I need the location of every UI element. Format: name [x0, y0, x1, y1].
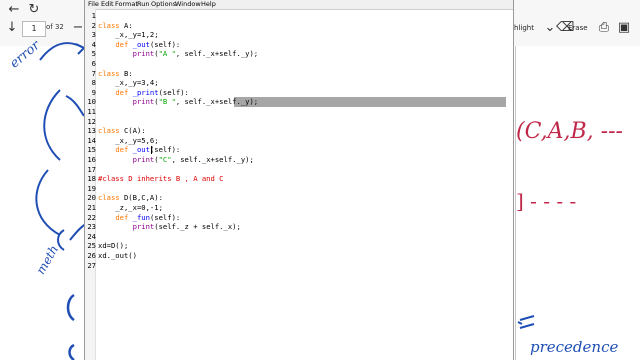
handwriting-error: error: [7, 38, 43, 72]
code-line[interactable]: 8 _x,_y=3,4;: [85, 78, 513, 88]
line-number: 19: [87, 183, 96, 193]
line-number: 23: [87, 222, 96, 232]
code-text: print(self._z + self._x);: [132, 222, 241, 232]
menu-window[interactable]: Window: [175, 0, 201, 9]
line-number: 10: [87, 97, 96, 107]
handwriting-bracket: ] - - - -: [516, 189, 576, 213]
line-number: 20: [87, 193, 96, 203]
code-line[interactable]: 2 class A:: [85, 21, 513, 31]
line-number: 9: [91, 87, 96, 97]
line-number: 4: [91, 39, 96, 49]
line-number: 16: [87, 155, 96, 164]
code-line[interactable]: 10 print("B ", self._x+self._y);: [85, 97, 513, 107]
handwriting-meth: meth: [33, 243, 61, 277]
highlight-tool-label[interactable]: hlight: [514, 24, 534, 32]
line-number: 15: [87, 145, 96, 155]
save-icon[interactable]: ▣: [616, 20, 632, 36]
line-number: 8: [91, 78, 96, 88]
line-number: 2: [91, 20, 96, 30]
code-text: _x,_y=5,6;: [98, 135, 159, 145]
line-number: 22: [87, 212, 96, 222]
code-line[interactable]: 21 _z,_x=0,-1;: [85, 203, 513, 213]
code-line[interactable]: 26 xd._out(): [85, 251, 513, 261]
code-line[interactable]: 16 print("C", self._x+self._y);: [85, 155, 513, 165]
code-line[interactable]: 20 class D(B,C,A):: [85, 193, 513, 203]
line-number: 14: [87, 135, 96, 145]
code-area[interactable]: 1 2 class A: 3 _x,_y=1,2; 4 def _out(self): 5…: [85, 9, 513, 360]
line-number: 27: [87, 260, 96, 270]
line-number: 26: [87, 251, 96, 260]
code-line[interactable]: 5 print("A ", self._x+self._y);: [85, 49, 513, 59]
handwriting-left: error meth: [7, 38, 87, 360]
code-line[interactable]: 24: [85, 232, 513, 242]
code-text: #class D inherits B , A and C: [98, 174, 224, 184]
print-icon[interactable]: ⎙: [596, 20, 612, 36]
code-text: _x,_y=3,4;: [98, 78, 159, 88]
handwriting-right: (C,A,B, --- ] - - - - precedence: [516, 119, 623, 356]
code-line[interactable]: 12: [85, 117, 513, 127]
code-line[interactable]: 14 _x,_y=5,6;: [85, 136, 513, 146]
code-text: class C(A):: [98, 126, 146, 136]
code-line[interactable]: 3 _x,_y=1,2;: [85, 30, 513, 40]
code-text: def _out(self):: [115, 39, 181, 49]
code-text: xd._out(): [98, 251, 137, 260]
menu-format[interactable]: Format: [115, 0, 138, 9]
code-text: _z,_x=0,-1;: [98, 203, 163, 212]
menu-edit[interactable]: Edit: [101, 0, 114, 9]
line-number: 24: [87, 231, 96, 241]
handwriting-mro: (C,A,B, ---: [516, 119, 623, 144]
line-number: 21: [87, 203, 96, 212]
code-text: print("A ", self._x+self._y);: [132, 49, 259, 59]
line-number: 18: [87, 174, 96, 184]
line-number: 12: [87, 116, 96, 126]
code-line[interactable]: 7 class B:: [85, 69, 513, 79]
code-text: def _out(self):: [115, 145, 181, 155]
line-number: 5: [91, 49, 96, 59]
code-line[interactable]: 4 def _out(self):: [85, 40, 513, 50]
code-line[interactable]: 19: [85, 184, 513, 194]
back-icon[interactable]: ←: [6, 2, 22, 18]
code-line[interactable]: 18 #class D inherits B , A and C: [85, 174, 513, 184]
menu-help[interactable]: Help: [201, 0, 216, 9]
code-text: print("B ", self._x+self._y);: [132, 97, 259, 107]
line-number: 25: [87, 241, 96, 251]
line-number: 1: [91, 11, 96, 20]
selection-highlight: [234, 97, 506, 107]
menu-run[interactable]: Run: [137, 0, 149, 9]
line-number: 13: [87, 126, 96, 136]
code-line[interactable]: 9 def _print(self):: [85, 88, 513, 98]
code-text: def _fun(self):: [115, 212, 181, 222]
code-line[interactable]: 23 print(self._z + self._x);: [85, 222, 513, 232]
code-text: class B:: [98, 68, 133, 78]
idle-editor-window: File Edit Format Run Options Window Help…: [84, 0, 514, 360]
pdf-right-tools: hlight ⌄ ⌫ Erase ⎙ ▣: [512, 18, 640, 38]
code-line[interactable]: 11: [85, 107, 513, 117]
menu-options[interactable]: Options: [151, 0, 176, 9]
line-number: 17: [87, 164, 96, 174]
code-line[interactable]: 17: [85, 165, 513, 175]
line-number: 3: [91, 30, 96, 40]
code-text: class D(B,C,A):: [98, 193, 163, 203]
code-line[interactable]: 6: [85, 59, 513, 69]
handwriting-precedence: precedence: [530, 338, 618, 356]
menu-file[interactable]: File: [88, 0, 99, 9]
code-line[interactable]: 13 class C(A):: [85, 126, 513, 136]
code-line[interactable]: 25 xd=D();: [85, 241, 513, 251]
line-number: 6: [91, 59, 96, 68]
code-line[interactable]: 1: [85, 11, 513, 21]
code-line[interactable]: 22 def _fun(self):: [85, 213, 513, 223]
code-text: def _print(self):: [115, 87, 189, 97]
code-text: xd=D();: [98, 241, 129, 251]
code-text: print("C", self._x+self._y);: [132, 155, 254, 164]
line-number: 11: [87, 107, 96, 116]
code-text: class A:: [98, 20, 133, 30]
code-text: _x,_y=1,2;: [98, 30, 159, 40]
erase-tool-label[interactable]: Erase: [568, 24, 588, 32]
code-line[interactable]: 15 def _out(self):: [85, 145, 513, 155]
line-number: 7: [91, 68, 96, 78]
text-cursor: [151, 146, 152, 155]
code-line[interactable]: 27: [85, 261, 513, 271]
refresh-icon[interactable]: ↻: [26, 2, 42, 18]
